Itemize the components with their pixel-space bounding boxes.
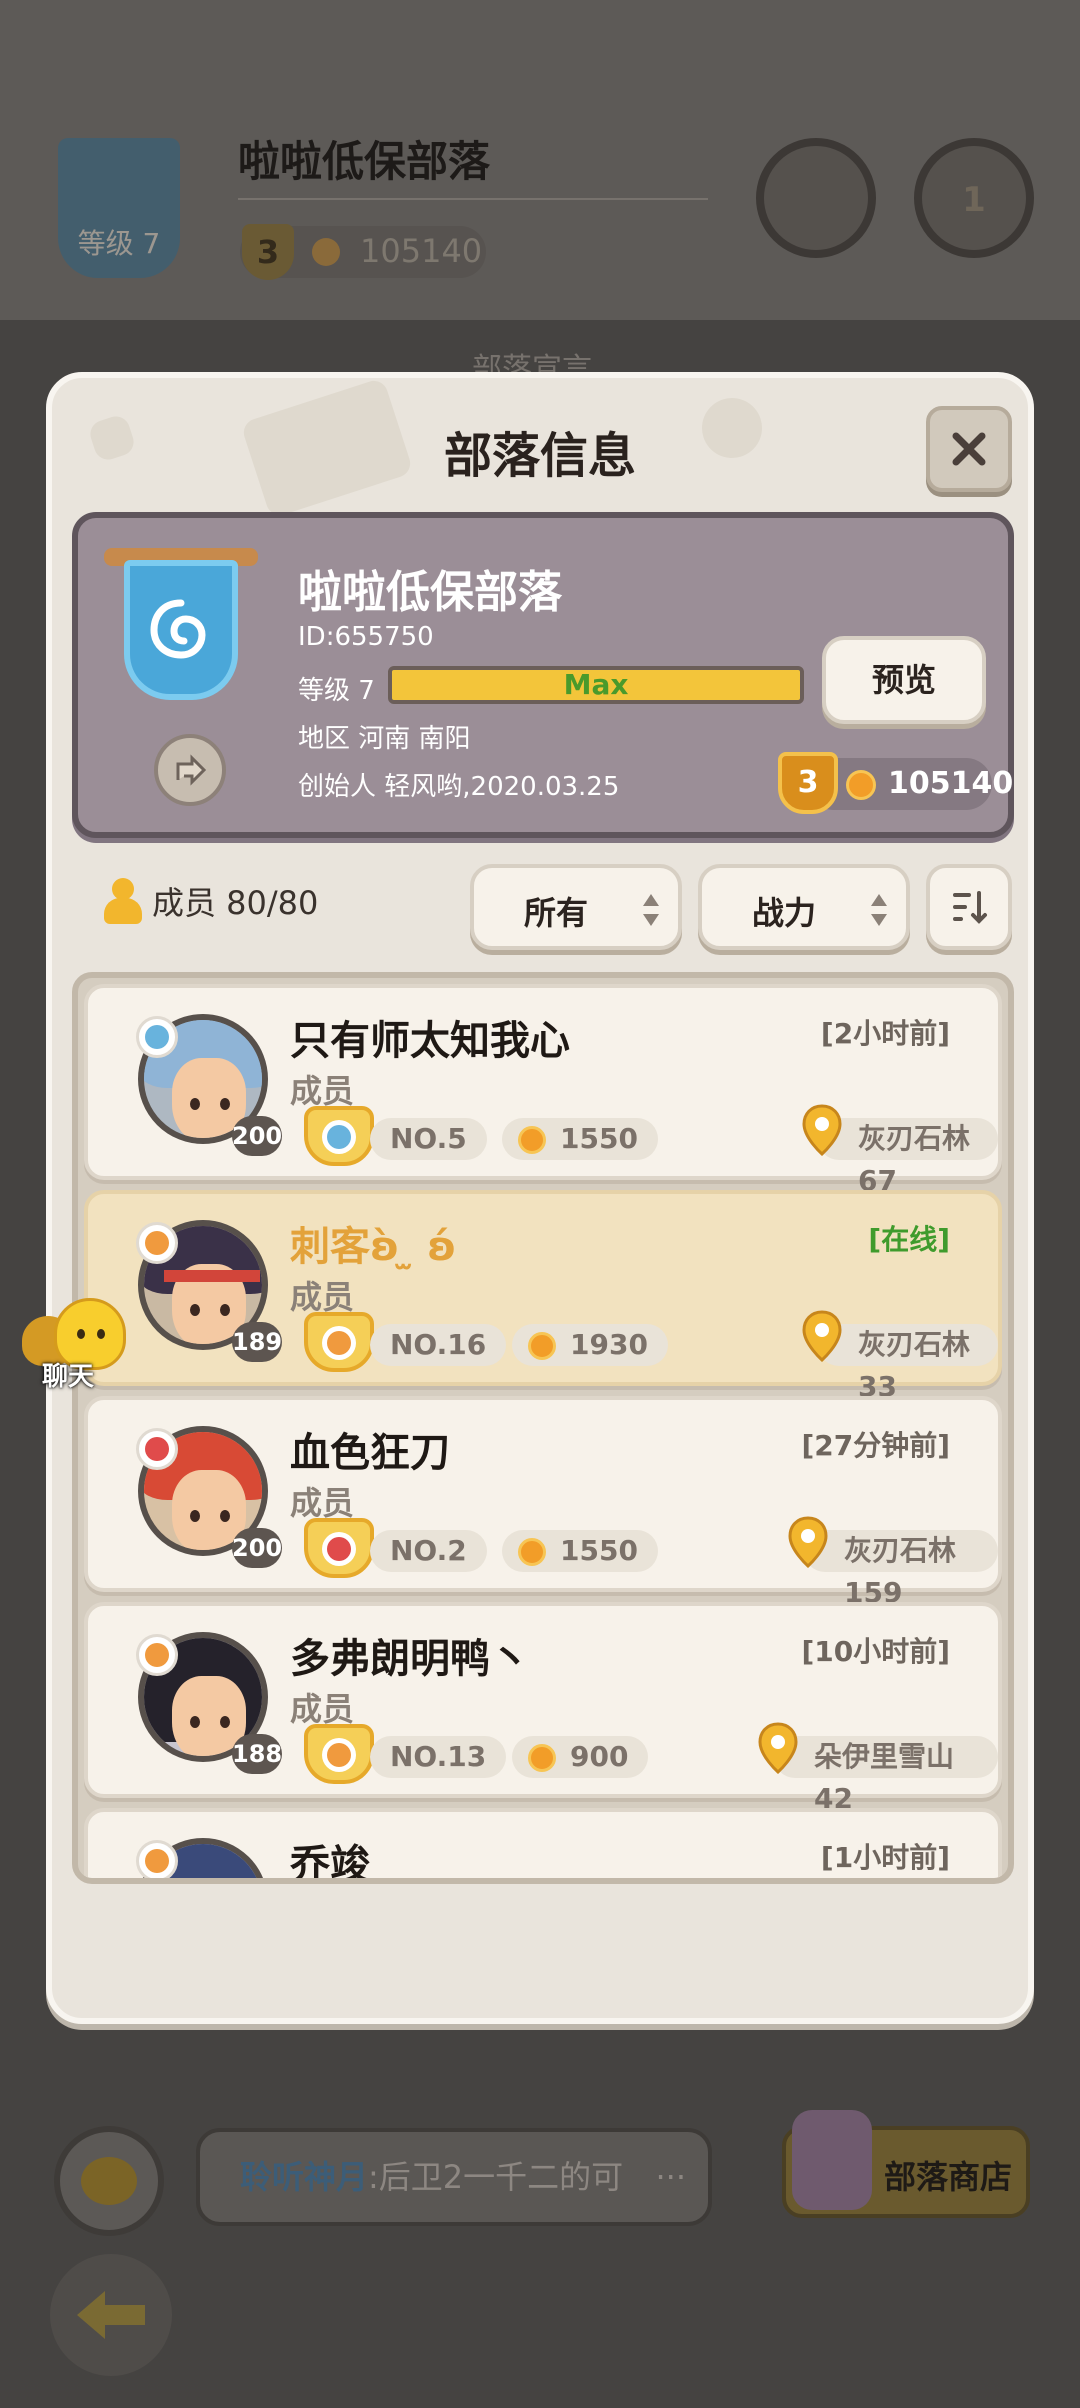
floating-chat-label: 聊天	[42, 1362, 95, 1392]
role-icon	[136, 1428, 178, 1470]
emblem-swap-icon	[176, 754, 207, 786]
shield-icon: 3	[778, 752, 838, 814]
member-count: 成员 80/80	[104, 878, 318, 924]
flame-icon	[518, 1126, 546, 1154]
back-arrow-icon	[77, 2291, 145, 2339]
flame-icon	[846, 770, 876, 800]
tribe-level-bar: Max	[388, 666, 804, 704]
member-row[interactable]: 200 血色狂刀 成员 [27分钟前] NO.2 1550 灰刃石林159	[84, 1396, 1002, 1609]
latest-chat-message[interactable]: 聆听神月:后卫2一千二的可 ···	[196, 2128, 712, 2226]
player-rank: NO.2	[370, 1530, 487, 1572]
last-online: [1小时前]	[820, 1841, 950, 1874]
player-level: 189	[232, 1322, 282, 1362]
role-icon	[136, 1016, 178, 1058]
player-name: 多弗朗明鸭丶	[290, 1636, 530, 1682]
player-level: 200	[232, 1528, 282, 1568]
tribe-info-card: 啦啦低保部落 ID:655750 等级 7 Max 地区 河南 南阳 创始人 轻…	[72, 512, 1014, 838]
location-pin-icon	[788, 1516, 828, 1568]
rank-badge-icon	[304, 1106, 374, 1166]
player-power: 1930	[512, 1324, 668, 1366]
member-list[interactable]: 200 只有师太知我心 成员 [2小时前] NO.5 1550 灰刃石林67 1…	[72, 972, 1014, 1884]
player-location: 朵伊里雪山42	[758, 1722, 998, 1815]
flame-icon	[528, 1332, 556, 1360]
last-online: [27分钟前]	[801, 1429, 950, 1462]
role-icon	[136, 1840, 178, 1878]
rank-badge-icon	[304, 1312, 374, 1372]
flame-icon	[518, 1538, 546, 1566]
sort-order-button[interactable]	[926, 864, 1012, 950]
tribe-info-dialog: 部落信息 啦啦低保部落 ID:655750 等级 7 Max 地区 河南 南阳 …	[46, 372, 1034, 2024]
sort-order-icon	[953, 891, 987, 924]
chat-bubble-icon	[81, 2157, 137, 2205]
shop-icon	[792, 2110, 872, 2210]
tribe-level-label: 等级 7	[298, 676, 375, 706]
role-icon	[136, 1634, 178, 1676]
rank-badge-icon	[304, 1518, 374, 1578]
chat-text: :后卫2一千二的可	[368, 2158, 624, 2196]
sort-arrows-icon	[871, 894, 887, 926]
dialog-title: 部落信息	[443, 428, 636, 484]
tribe-name: 啦啦低保部落	[298, 567, 562, 618]
location-pin-icon	[802, 1310, 842, 1362]
tribe-region: 地区 河南 南阳	[298, 724, 471, 754]
background-score: 3 105140	[240, 224, 486, 280]
player-name: 刺客ʚ̀ ̫ ʚ́	[290, 1224, 457, 1270]
change-emblem-button[interactable]	[154, 734, 226, 806]
tribe-banner-icon	[104, 548, 258, 700]
close-icon	[952, 432, 986, 466]
floating-chat-button[interactable]: 聊天	[22, 1298, 140, 1392]
player-location: 灰刃石林33	[802, 1310, 998, 1403]
sort-dropdown[interactable]: 战力	[698, 864, 910, 950]
player-power: 1550	[502, 1118, 658, 1160]
player-rank: NO.13	[370, 1736, 507, 1778]
background-tribe-name: 啦啦低保部落	[238, 137, 491, 186]
player-name: 只有师太知我心	[290, 1018, 570, 1064]
tribe-score: 3 105140	[778, 752, 1013, 814]
player-rank: NO.5	[370, 1118, 487, 1160]
background-mascot-button	[756, 138, 876, 258]
last-online: [10小时前]	[801, 1635, 950, 1668]
chat-sender: 聆听神月	[240, 2158, 369, 2196]
filter-dropdown[interactable]: 所有	[470, 864, 682, 950]
player-name: 乔竣	[290, 1842, 370, 1884]
person-icon	[104, 878, 142, 924]
back-button[interactable]	[50, 2254, 172, 2376]
player-power: 1550	[502, 1530, 658, 1572]
location-pin-icon	[758, 1722, 798, 1774]
player-level: 188	[232, 1734, 282, 1774]
player-level: 200	[232, 1116, 282, 1156]
player-location: 灰刃石林159	[788, 1516, 998, 1609]
tribe-id: ID:655750	[298, 622, 434, 652]
player-location: 灰刃石林67	[802, 1104, 998, 1197]
flame-icon	[312, 238, 340, 266]
chat-button[interactable]	[54, 2126, 164, 2236]
last-online: [2小时前]	[820, 1017, 950, 1050]
background-tribe-banner: 等级 7	[58, 138, 180, 278]
location-pin-icon	[802, 1104, 842, 1156]
member-row[interactable]: 200 只有师太知我心 成员 [2小时前] NO.5 1550 灰刃石林67	[84, 984, 1002, 1197]
sort-arrows-icon	[643, 894, 659, 926]
player-rank: NO.16	[370, 1324, 507, 1366]
rank-badge-icon	[304, 1724, 374, 1784]
tribe-shop-button[interactable]: 部落商店	[782, 2110, 1030, 2218]
online-status: [在线]	[868, 1223, 950, 1256]
background-level-label: 等级 7	[77, 227, 161, 260]
player-power: 900	[512, 1736, 649, 1778]
player-name: 血色狂刀	[290, 1430, 450, 1476]
preview-button[interactable]: 预览	[822, 636, 986, 724]
more-icon: ···	[655, 2158, 686, 2196]
role-icon	[136, 1222, 178, 1264]
member-row[interactable]: 189 刺客ʚ̀ ̫ ʚ́ 成员 [在线] NO.16 1930 灰刃石林33	[84, 1190, 1002, 1403]
member-row[interactable]: 乔竣 [1小时前]	[84, 1808, 1002, 1884]
member-row[interactable]: 188 多弗朗明鸭丶 成员 [10小时前] NO.13 900 朵伊里雪山42	[84, 1602, 1002, 1815]
tribe-founder: 创始人 轻风哟,2020.03.25	[298, 772, 620, 802]
background-rank-button: 1	[914, 138, 1034, 258]
close-button[interactable]	[926, 406, 1012, 492]
flame-icon	[528, 1744, 556, 1772]
tribe-score-value: 105140	[888, 766, 1014, 801]
